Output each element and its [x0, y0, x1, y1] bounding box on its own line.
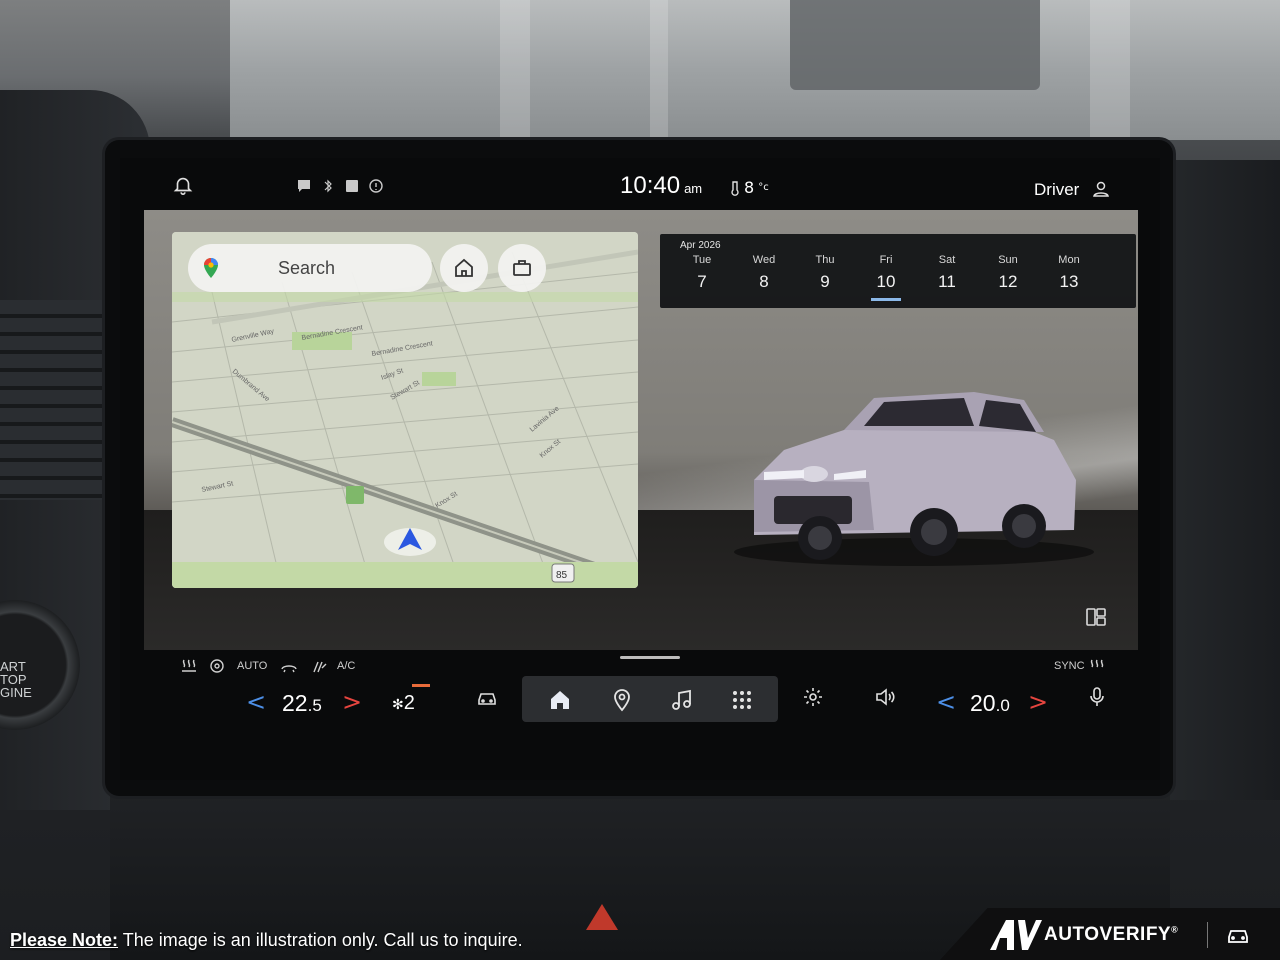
volume-icon[interactable] [874, 686, 896, 708]
fan-level-value: 2 [403, 692, 415, 714]
calendar-day[interactable]: Sun 12 [988, 254, 1028, 292]
music-icon[interactable] [670, 688, 694, 712]
calendar-day[interactable]: Tue 7 [682, 254, 722, 292]
bluetooth-icon [324, 179, 332, 193]
seat-heat-icon[interactable] [180, 658, 198, 674]
home-icon[interactable] [548, 688, 572, 712]
sync-label[interactable]: SYNC [1054, 660, 1085, 672]
calendar-widget[interactable]: Apr 2026 Tue 7 Wed 8 Thu 9 Fri 10 Sat 11 Sun 1… [660, 234, 1136, 308]
passenger-temp-up-button[interactable]: > [1028, 690, 1048, 714]
current-location-icon [384, 528, 436, 556]
clock: 10:40 am [620, 172, 702, 200]
vehicle-icon[interactable] [476, 686, 498, 708]
search-label: Search [278, 258, 336, 278]
disclaimer-note: Please Note: The image is an illustratio… [10, 930, 523, 951]
location-pin-icon[interactable] [610, 688, 634, 712]
home-icon [455, 258, 473, 277]
poi-marker[interactable] [346, 486, 364, 504]
outside-temp-value: 8 [744, 178, 755, 197]
microphone-icon[interactable] [1086, 686, 1108, 708]
vehicle-image [734, 392, 1094, 566]
route-shield-label: 85 [556, 570, 568, 581]
calendar-day[interactable]: Thu 9 [805, 254, 845, 292]
clock-ampm: am [684, 181, 703, 196]
status-bar: 10:40 am 8 °c Driver [120, 158, 1160, 210]
gear-icon[interactable] [802, 686, 824, 708]
car-icon [1228, 930, 1248, 943]
main-nav [522, 676, 778, 722]
autoverify-logo-icon [990, 920, 1042, 950]
clock-time: 10:40 [620, 172, 681, 199]
home-stage: Stewart St Knox St Lavinia Ave Knox St S… [144, 210, 1138, 650]
bell-icon[interactable] [172, 174, 194, 196]
ac-label[interactable]: A/C [337, 660, 355, 672]
hazard-button [586, 904, 618, 930]
driver-temp-down-button[interactable]: < [246, 690, 266, 714]
steering-heat-icon[interactable] [208, 658, 226, 674]
calendar-day-selected[interactable]: Fri 10 [866, 254, 906, 301]
brand-name: AUTOVERIFY® [1044, 924, 1179, 945]
start-stop-label: ART TOP GINE [0, 659, 32, 700]
work-destination-button[interactable] [498, 244, 546, 292]
profile-name[interactable]: Driver [1034, 180, 1079, 200]
recirculation-icon[interactable] [280, 658, 298, 674]
driver-temp: 22.5 [282, 690, 322, 716]
status-icons [296, 178, 384, 194]
airflow-icon[interactable] [310, 658, 328, 674]
passenger-temp-down-button[interactable]: < [936, 690, 956, 714]
thermometer-icon [731, 180, 739, 196]
disclaimer-text: The image is an illustration only. Call … [118, 930, 523, 950]
calendar-day[interactable]: Mon 13 [1049, 254, 1089, 292]
fan-icon: ✻ [392, 696, 404, 712]
info-icon [369, 179, 383, 193]
map-search-bar[interactable]: Search [188, 244, 432, 292]
fan-indicator [412, 684, 430, 687]
brand-divider [1207, 922, 1208, 948]
briefcase-icon [513, 260, 531, 276]
home-destination-button[interactable] [440, 244, 488, 292]
infotainment-screen: 10:40 am 8 °c Driver Stewart St Knox St … [120, 158, 1160, 780]
air-vent [0, 300, 112, 500]
background-building [230, 0, 1280, 140]
auto-climate-label[interactable]: AUTO [237, 660, 267, 672]
signal-icon [346, 180, 358, 192]
outside-temperature: 8 °c [730, 178, 769, 197]
calendar-day[interactable]: Sat 11 [927, 254, 967, 292]
apps-grid-icon[interactable] [730, 688, 754, 712]
dashboard-right [1160, 160, 1280, 800]
building-sign [790, 0, 1040, 90]
person-icon[interactable] [1092, 180, 1110, 198]
fan-speed-button[interactable]: ✻2 [392, 692, 415, 715]
bottom-bar: AUTO A/C < 22.5 > ✻2 < 20.0 > SYNC [120, 650, 1160, 780]
calendar-day[interactable]: Wed 8 [744, 254, 784, 292]
passenger-seat-heat-icon[interactable] [1088, 658, 1106, 674]
driver-temp-up-button[interactable]: > [342, 690, 362, 714]
message-icon [298, 180, 310, 192]
google-maps-icon [204, 258, 218, 278]
widget-layout-icon[interactable] [1086, 608, 1106, 626]
passenger-temp: 20.0 [970, 690, 1010, 716]
calendar-month: Apr 2026 [680, 240, 721, 251]
map-widget[interactable]: Stewart St Knox St Lavinia Ave Knox St S… [172, 232, 638, 588]
disclaimer-label: Please Note: [10, 930, 119, 950]
outside-temp-unit: °c [758, 182, 769, 193]
